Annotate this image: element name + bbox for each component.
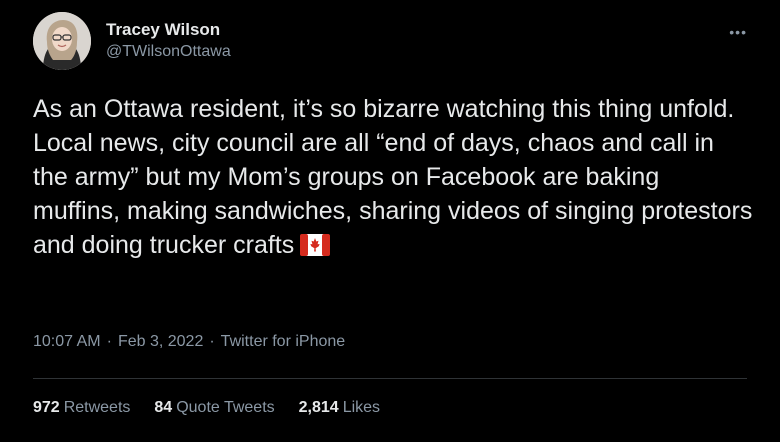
quote-tweets-stat[interactable]: 84 Quote Tweets bbox=[154, 399, 274, 417]
tweet-stats: 972 Retweets 84 Quote Tweets 2,814 Likes bbox=[33, 399, 380, 417]
tweet-time[interactable]: 10:07 AM bbox=[33, 333, 101, 351]
tweet-card: Tracey Wilson @TWilsonOttawa ••• As an O… bbox=[0, 0, 780, 442]
tweet-source[interactable]: Twitter for iPhone bbox=[221, 333, 346, 351]
retweets-label: Retweets bbox=[63, 399, 131, 416]
meta-separator: · bbox=[209, 333, 215, 350]
tweet-meta: 10:07 AM · Feb 3, 2022 · Twitter for iPh… bbox=[33, 333, 345, 351]
tweet-text: As an Ottawa resident, it’s so bizarre w… bbox=[33, 95, 753, 259]
avatar-image bbox=[33, 12, 91, 70]
more-options-icon[interactable]: ••• bbox=[729, 24, 747, 40]
divider bbox=[33, 378, 747, 379]
likes-count: 2,814 bbox=[298, 399, 339, 416]
retweets-stat[interactable]: 972 Retweets bbox=[33, 399, 130, 417]
canada-flag-icon bbox=[300, 231, 331, 265]
author-names: Tracey Wilson @TWilsonOttawa bbox=[106, 19, 231, 63]
author-handle[interactable]: @TWilsonOttawa bbox=[106, 41, 231, 63]
avatar[interactable] bbox=[33, 12, 91, 70]
meta-separator: · bbox=[106, 333, 112, 350]
likes-stat[interactable]: 2,814 Likes bbox=[299, 399, 380, 417]
tweet-date[interactable]: Feb 3, 2022 bbox=[118, 333, 203, 351]
tweet-header: Tracey Wilson @TWilsonOttawa bbox=[33, 12, 231, 70]
likes-label: Likes bbox=[342, 399, 381, 416]
quote-tweets-label: Quote Tweets bbox=[176, 399, 275, 416]
author-display-name[interactable]: Tracey Wilson bbox=[106, 19, 231, 41]
tweet-text-container: As an Ottawa resident, it’s so bizarre w… bbox=[33, 92, 753, 265]
retweets-count: 972 bbox=[33, 399, 60, 416]
quote-tweets-count: 84 bbox=[154, 399, 173, 416]
